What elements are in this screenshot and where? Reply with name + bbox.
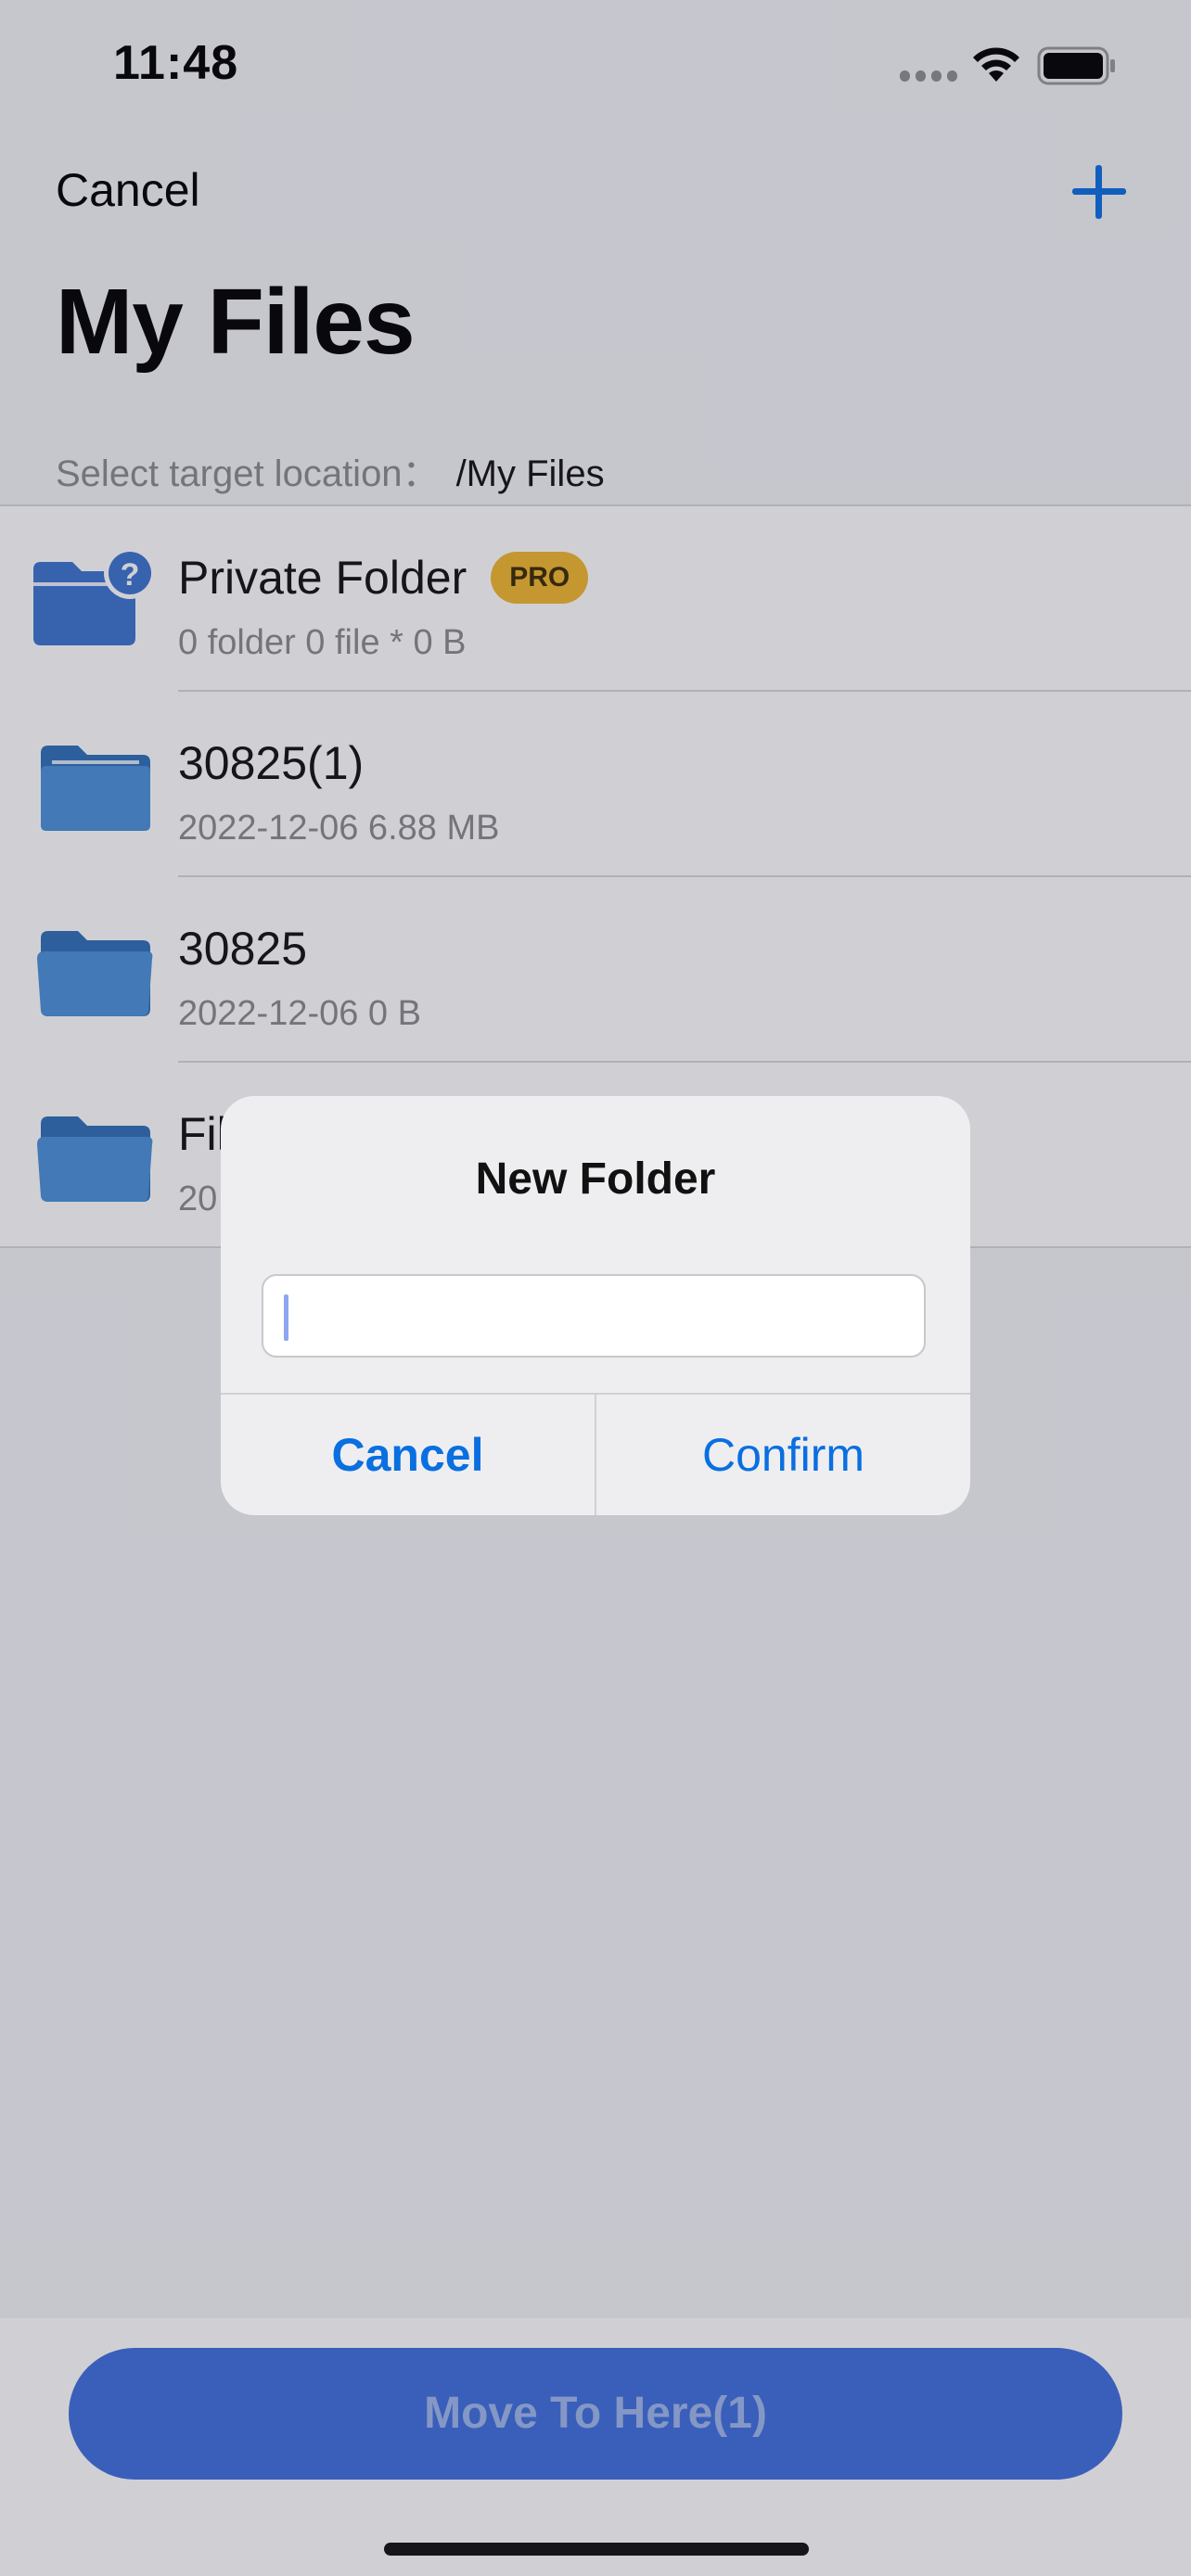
text-cursor xyxy=(284,1294,288,1341)
new-folder-dialog: New Folder Cancel Confirm xyxy=(221,1096,970,1515)
dialog-confirm-button[interactable]: Confirm xyxy=(596,1395,970,1515)
dialog-cancel-button[interactable]: Cancel xyxy=(221,1395,595,1515)
dialog-title: New Folder xyxy=(475,1154,716,1204)
file-picker-screen: 11:48 Cancel My Files Select target loca… xyxy=(0,0,1191,2576)
folder-name-input[interactable] xyxy=(262,1274,926,1358)
